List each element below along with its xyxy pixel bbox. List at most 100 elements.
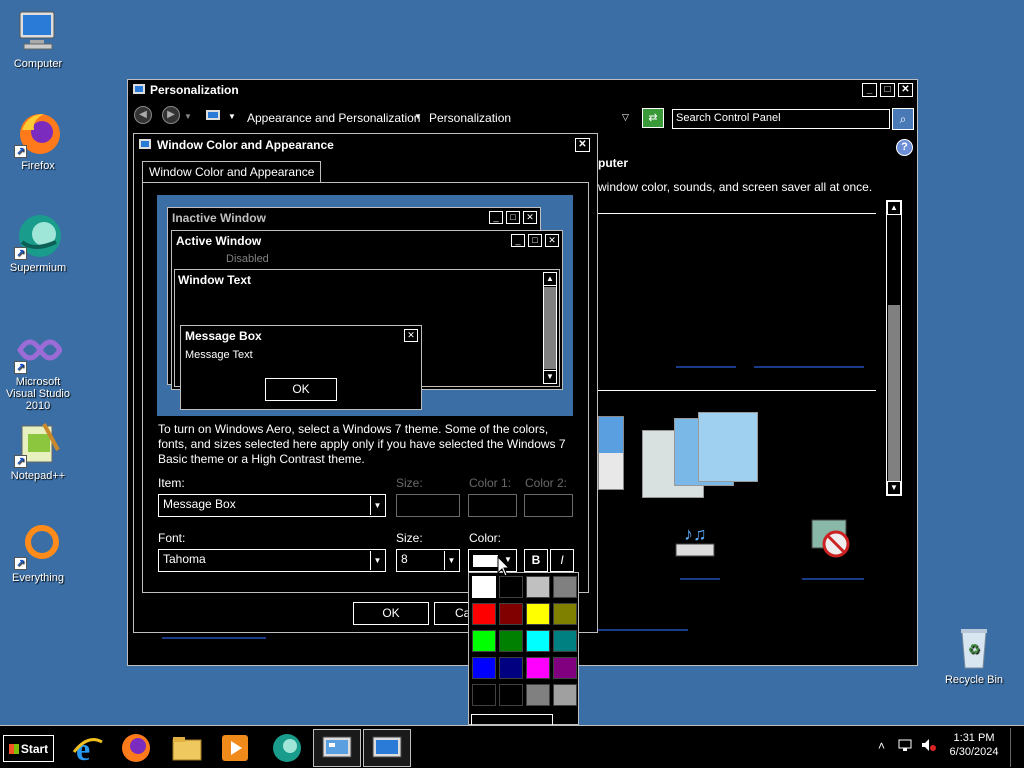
close-icon: ✕ [545,234,559,247]
desktop-icon-label: Computer [13,58,63,70]
item-value: Message Box [163,497,236,511]
control-panel-icon [133,84,145,94]
color-swatch[interactable] [553,630,577,652]
desktop-icon-everything[interactable]: ↗ Everything [0,522,76,584]
back-button[interactable]: ◀ [134,106,152,124]
taskbar-firefox[interactable] [112,729,160,767]
chevron-down-icon[interactable]: ▼ [414,112,422,121]
breadcrumb-personalization[interactable]: Personalization [429,111,511,125]
theme-thumbnail[interactable] [598,416,624,490]
taskbar-internet-explorer[interactable]: e [64,729,112,767]
color-swatch[interactable] [526,684,550,706]
color-swatch[interactable] [553,603,577,625]
refresh-button[interactable]: ⇄ [642,108,664,128]
preview-scrollbar: ▲ ▼ [543,272,557,384]
item-select[interactable]: Message Box ▼ [158,494,386,517]
color-swatch[interactable] [499,603,523,625]
desktop-icon-recycle-bin[interactable]: ♻ Recycle Bin [936,624,1012,686]
taskbar-media-player[interactable] [211,729,259,767]
color-swatch[interactable] [472,576,496,598]
chevron-down-icon: ▼ [370,551,384,570]
help-icon[interactable]: ? [896,139,913,156]
hidden-link[interactable] [676,366,736,368]
color-swatch[interactable] [499,630,523,652]
scroll-thumb [544,287,556,369]
color-swatch[interactable] [526,603,550,625]
color-swatch[interactable] [526,576,550,598]
color-swatch[interactable] [472,603,496,625]
search-icon[interactable]: ⌕ [892,108,914,130]
history-dropdown-icon[interactable]: ▼ [184,112,192,121]
everything-icon: ↗ [14,522,62,570]
chevron-down-icon[interactable]: ▼ [228,112,236,121]
color-swatch[interactable] [553,576,577,598]
color-swatch[interactable] [553,657,577,679]
scroll-down-icon: ▼ [543,370,557,384]
color-swatch[interactable] [472,630,496,652]
size1-label: Size: [396,476,423,490]
taskbar-control-panel[interactable] [313,729,361,767]
sounds-icon[interactable]: ♪♫ [674,520,718,563]
font-select[interactable]: Tahoma ▼ [158,549,386,572]
show-hidden-icons-button[interactable]: ˄ [878,739,885,753]
hidden-link[interactable] [162,637,266,639]
internet-explorer-icon: e [72,732,103,764]
color-swatch[interactable] [499,684,523,706]
screen-saver-link[interactable] [802,578,864,580]
firefox-icon [122,734,150,762]
screen-saver-icon[interactable] [808,518,852,565]
italic-button[interactable]: I [550,549,574,572]
color-swatch[interactable] [526,630,550,652]
supermium-icon [273,734,301,762]
close-button[interactable]: ✕ [898,83,913,97]
bold-button[interactable]: B [524,549,548,572]
theme-thumbnail[interactable] [698,412,758,482]
show-desktop-button[interactable] [1010,728,1022,767]
tab-window-color[interactable]: Window Color and Appearance [142,161,322,183]
color-swatch[interactable] [472,657,496,679]
desktop-icon-computer[interactable]: Computer [0,8,76,70]
color-swatch[interactable] [526,657,550,679]
network-icon[interactable] [898,738,912,755]
color-label: Color: [469,531,502,545]
address-dropdown-icon[interactable]: ▽ [622,112,629,123]
taskbar-personalization[interactable] [363,729,411,767]
visual-studio-icon: ↗ [14,326,63,374]
preview-message-box: Message Box ✕ Message Text OK [180,325,422,410]
sounds-link[interactable] [680,578,720,580]
theme-scrollbar[interactable]: ▲ ▼ [886,200,902,496]
ok-button[interactable]: OK [353,602,429,625]
color-swatch[interactable] [499,657,523,679]
minimize-button[interactable]: _ [862,83,877,97]
start-button[interactable]: Start [3,735,54,762]
taskbar-explorer[interactable] [163,729,211,767]
hidden-link[interactable] [598,629,688,631]
scroll-up-button[interactable]: ▲ [887,201,901,215]
color-swatch[interactable] [553,684,577,706]
appearance-preview: Inactive Window _ □ ✕ Active Window _ □ ✕ Di… [157,195,573,416]
desktop-icon-label: Microsoft Visual Studio 2010 [5,376,70,412]
color-swatch[interactable] [472,684,496,706]
desktop-icon-firefox[interactable]: ↗ Firefox [0,110,76,172]
volume-muted-icon[interactable] [921,738,937,755]
hidden-link[interactable] [754,366,864,368]
chevron-down-icon: ▼ [444,551,458,570]
search-input[interactable]: Search Control Panel [672,109,890,129]
close-button[interactable]: ✕ [575,138,590,152]
control-panel-icon [205,109,221,126]
maximize-button[interactable]: □ [880,83,895,97]
clock[interactable]: 1:31 PM 6/30/2024 [946,732,1002,758]
scroll-thumb[interactable] [888,305,900,481]
font-size-select[interactable]: 8 ▼ [396,549,460,572]
desktop-icon-supermium[interactable]: ↗ Supermium [0,212,76,274]
notepadpp-icon: ↗ [14,420,62,468]
breadcrumb-appearance[interactable]: Appearance and Personalization [247,111,420,125]
size2-label: Size: [396,531,423,545]
recycle-bin-icon: ♻ [950,624,998,672]
forward-button[interactable]: ▶ [162,106,180,124]
desktop-icon-notepadpp[interactable]: ↗ Notepad++ [0,420,76,482]
desktop-icon-visual-studio[interactable]: ↗ Microsoft Visual Studio 2010 [0,326,76,412]
taskbar-supermium[interactable] [263,729,311,767]
scroll-down-button[interactable]: ▼ [887,481,901,495]
desktop-icon-label: Notepad++ [10,470,66,482]
